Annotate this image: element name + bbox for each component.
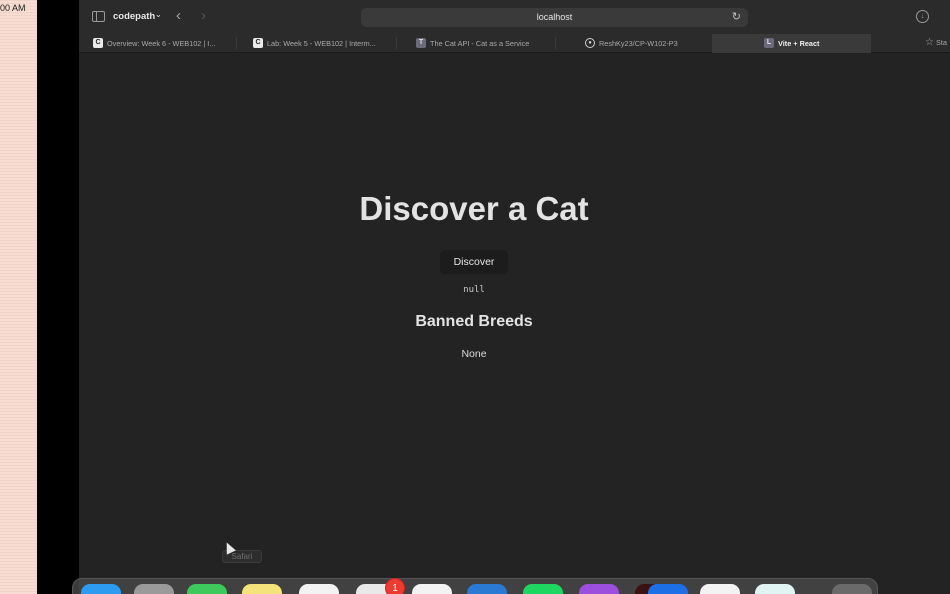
dock-trash-icon[interactable] [832, 584, 872, 594]
browser-window: codepath ⌄ ‹ › localhost ↻ ↓ C Overview:… [79, 0, 950, 594]
back-arrow-icon[interactable]: ‹ [176, 7, 181, 24]
dock-launchpad-icon[interactable] [134, 584, 174, 594]
cat-api-favicon-icon: T [416, 38, 426, 48]
menu-bar-clock: 00 AM [0, 3, 26, 13]
banned-breeds-list: None [461, 348, 487, 360]
result-text: null [463, 285, 485, 295]
tab-label: The Cat API - Cat as a Service [430, 39, 530, 48]
tab-github-repo[interactable]: ● ReshKy23/CP-W102-P3 [585, 34, 727, 53]
dock-docs-icon[interactable] [412, 584, 452, 594]
dock-slack-icon[interactable] [700, 584, 740, 594]
tab-lab-week5[interactable]: C Lab: Week 5 - WEB102 | Interm... [253, 34, 395, 53]
tab-vite-react[interactable]: L Vite + React [712, 34, 871, 53]
page-title: Discover a Cat [359, 190, 589, 227]
tab-divider [555, 37, 556, 49]
tab-label: Overview: Week 6 - WEB102 | I... [107, 39, 216, 48]
chevron-down-icon[interactable]: ⌄ [155, 10, 162, 19]
dock-vscode-icon[interactable] [467, 584, 507, 594]
codepath-favicon-icon: C [253, 38, 263, 48]
github-icon: ● [585, 38, 595, 48]
tab-cat-api[interactable]: T The Cat API - Cat as a Service [416, 34, 558, 53]
dock-notes-icon[interactable] [242, 584, 282, 594]
profile-name[interactable]: codepath [113, 11, 155, 22]
window-gap [37, 0, 79, 594]
codepath-favicon-icon: C [93, 38, 103, 48]
url-text: localhost [536, 12, 573, 22]
dock-messages-icon[interactable] [187, 584, 227, 594]
notification-badge: 1 [385, 578, 405, 594]
tab-label: Lab: Week 5 - WEB102 | Interm... [267, 39, 376, 48]
dock-copilot-icon[interactable] [755, 584, 795, 594]
tab-bar: C Overview: Week 6 - WEB102 | I... C Lab… [79, 34, 950, 53]
dock-finder-icon[interactable] [81, 584, 121, 594]
discover-button[interactable]: Discover [440, 250, 508, 274]
tab-starred[interactable]: ☆ Sta [925, 37, 947, 48]
tab-divider [236, 37, 237, 49]
tab-label: Sta [935, 38, 947, 47]
download-icon[interactable]: ↓ [916, 10, 929, 23]
dock-podcasts-icon[interactable] [579, 584, 619, 594]
forward-arrow-icon[interactable]: › [201, 7, 206, 24]
dock-safari-icon[interactable] [299, 584, 339, 594]
tab-overview-week6[interactable]: C Overview: Week 6 - WEB102 | I... [93, 34, 235, 53]
address-bar[interactable]: localhost ↻ [361, 8, 748, 27]
reload-icon[interactable]: ↻ [732, 10, 741, 23]
tab-label: ReshKy23/CP-W102-P3 [599, 39, 678, 48]
dock-spotify-icon[interactable] [523, 584, 563, 594]
banned-breeds-heading: Banned Breeds [415, 313, 533, 330]
browser-toolbar: codepath ⌄ ‹ › localhost ↻ ↓ [79, 0, 950, 34]
dock-app-store-icon[interactable] [648, 584, 688, 594]
vite-favicon-icon: L [764, 38, 774, 48]
tab-divider [396, 37, 397, 49]
desktop-wallpaper: 00 AM [0, 0, 37, 594]
tab-label: Vite + React [778, 39, 820, 48]
sidebar-toggle-icon[interactable] [92, 11, 105, 22]
